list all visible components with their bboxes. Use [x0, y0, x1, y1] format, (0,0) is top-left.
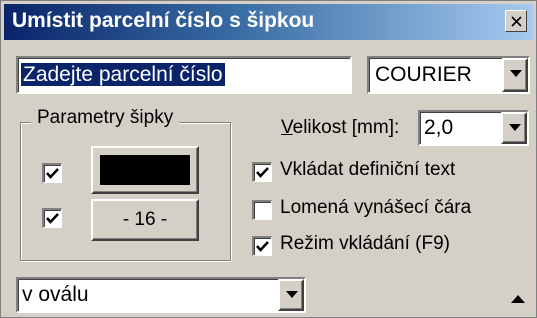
- arrow-number-label: - 16 -: [122, 209, 168, 230]
- check-icon: [46, 213, 59, 224]
- option-definition-text-label: Vkládat definiční text: [280, 159, 456, 180]
- check-icon: [256, 241, 269, 252]
- option-broken-leader-checkbox[interactable]: [252, 200, 272, 220]
- font-select-dropdown-button[interactable]: [502, 58, 528, 92]
- window-title: Umístit parcelní číslo s šipkou: [12, 9, 315, 32]
- arrow-number-checkbox[interactable]: [42, 208, 62, 228]
- triangle-down-icon: [286, 291, 298, 298]
- arrow-number-button[interactable]: - 16 -: [91, 199, 199, 241]
- option-insert-mode-checkbox[interactable]: [252, 236, 272, 256]
- parcel-number-text: Zadejte parcelní číslo: [21, 63, 225, 86]
- size-label: Velikost [mm]:: [281, 117, 400, 138]
- close-icon: [511, 16, 522, 27]
- arrow-color-checkbox[interactable]: [42, 163, 62, 183]
- font-select-value: COURIER: [375, 63, 472, 86]
- option-insert-mode-label: Režim vkládání (F9): [280, 233, 450, 254]
- close-button[interactable]: [505, 10, 527, 32]
- font-select[interactable]: COURIER: [367, 56, 530, 94]
- parcel-number-input[interactable]: Zadejte parcelní číslo: [16, 56, 352, 94]
- option-broken-leader-label: Lomená vynášecí čára: [280, 197, 472, 218]
- placement-select-dropdown-button[interactable]: [278, 279, 304, 311]
- arrow-color-swatch: [100, 155, 190, 185]
- size-select-value: 2,0: [424, 116, 454, 139]
- triangle-up-icon[interactable]: [511, 294, 525, 303]
- arrow-color-button[interactable]: [91, 146, 199, 194]
- title-bar[interactable]: Umístit parcelní číslo s šipkou: [4, 4, 533, 40]
- size-select[interactable]: 2,0: [418, 110, 529, 146]
- triangle-down-icon: [510, 70, 522, 77]
- check-icon: [256, 167, 269, 178]
- placement-select[interactable]: v oválu: [16, 277, 306, 313]
- arrow-parameters-legend: Parametry šipky: [31, 107, 180, 129]
- option-definition-text-checkbox[interactable]: [252, 162, 272, 182]
- placement-select-value: v oválu: [22, 283, 89, 306]
- dialog-window: Umístit parcelní číslo s šipkou Zadejte …: [0, 0, 537, 318]
- size-select-dropdown-button[interactable]: [501, 112, 527, 144]
- triangle-down-icon: [509, 124, 521, 131]
- check-icon: [46, 168, 59, 179]
